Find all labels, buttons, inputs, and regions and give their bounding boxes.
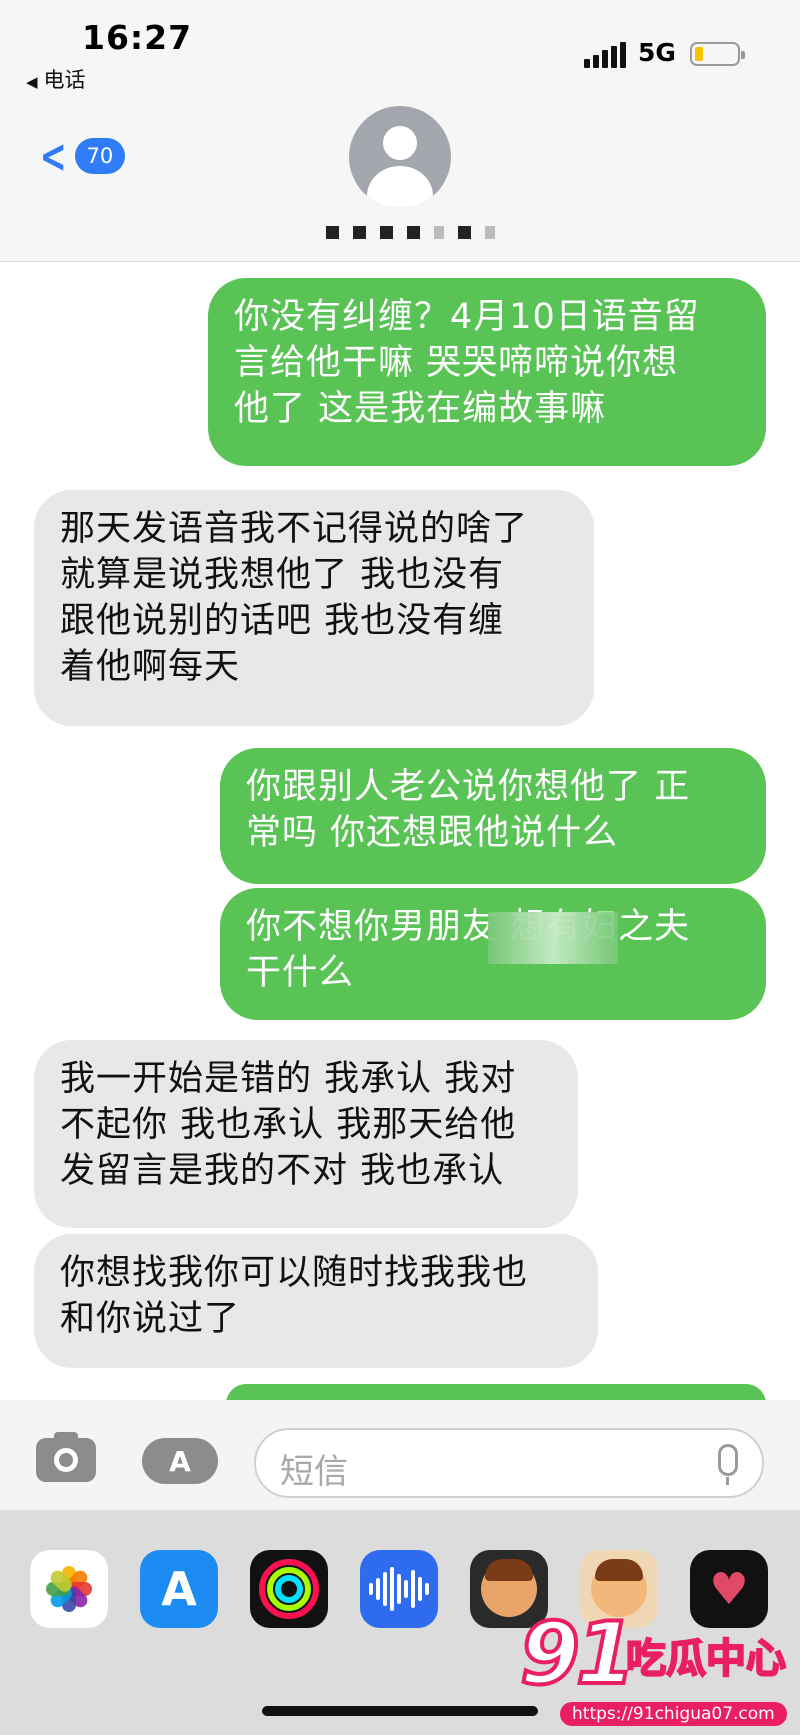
compose-bar: A 短信 [0, 1400, 800, 1510]
watermark-number: 91 [518, 1602, 638, 1706]
conversation-header: 16:27 ◀ 电话 5G < 70 [0, 0, 800, 262]
network-type: 5G [638, 38, 676, 67]
message-bubble-incoming[interactable]: 那天发语音我不记得说的啥了 就算是说我想他了 我也没有 跟他说别的话吧 我也没有… [34, 490, 594, 726]
unread-count-badge: 70 [74, 138, 126, 174]
app-store-glyph-icon: A [169, 1444, 191, 1478]
contact-name-redacted[interactable] [300, 222, 520, 242]
watermark-brand: 吃瓜中心 [625, 1635, 787, 1683]
back-app-label: 电话 [43, 68, 86, 92]
message-bubble-outgoing[interactable]: 你跟别人老公说你想他了 正 常吗 你还想跟他说什么 [220, 748, 766, 884]
watermark-logo: 91 吃瓜中心 https://91chigua07.com [518, 1602, 800, 1735]
message-input-placeholder: 短信 [280, 1452, 348, 1492]
battery-icon [690, 42, 745, 66]
message-bubble-incoming[interactable]: 我一开始是错的 我承认 我对 不起你 我也承认 我那天给他 发留言是我的不对 我… [34, 1040, 578, 1228]
contact-avatar[interactable] [349, 106, 451, 208]
camera-icon[interactable] [36, 1432, 96, 1482]
app-store-icon[interactable]: A [140, 1550, 218, 1628]
voice-memo-icon[interactable] [360, 1550, 438, 1628]
watermark-url: https://91chigua07.com [560, 1702, 787, 1726]
microphone-icon[interactable] [718, 1444, 738, 1485]
app-store-toggle-button[interactable]: A [142, 1438, 218, 1484]
message-bubble-incoming[interactable]: 你想找我你可以随时找我我也 和你说过了 [34, 1234, 598, 1368]
message-bubble-outgoing[interactable]: 你没有纠缠？4月10日语音留 言给他干嘛 哭哭啼啼说你想 他了 这是我在编故事嘛 [208, 278, 766, 466]
photos-icon[interactable] [30, 1550, 108, 1628]
home-indicator[interactable] [262, 1706, 538, 1716]
redaction-blur [488, 912, 618, 964]
back-triangle-icon: ◀ [26, 73, 38, 91]
back-to-app[interactable]: ◀ 电话 [26, 64, 86, 94]
cellular-signal-icon [584, 42, 628, 68]
back-button[interactable]: < 70 [34, 128, 126, 184]
chevron-left-icon: < [39, 129, 67, 183]
message-input[interactable]: 短信 [254, 1428, 764, 1498]
status-time: 16:27 [82, 18, 193, 57]
fitness-icon[interactable] [250, 1550, 328, 1628]
